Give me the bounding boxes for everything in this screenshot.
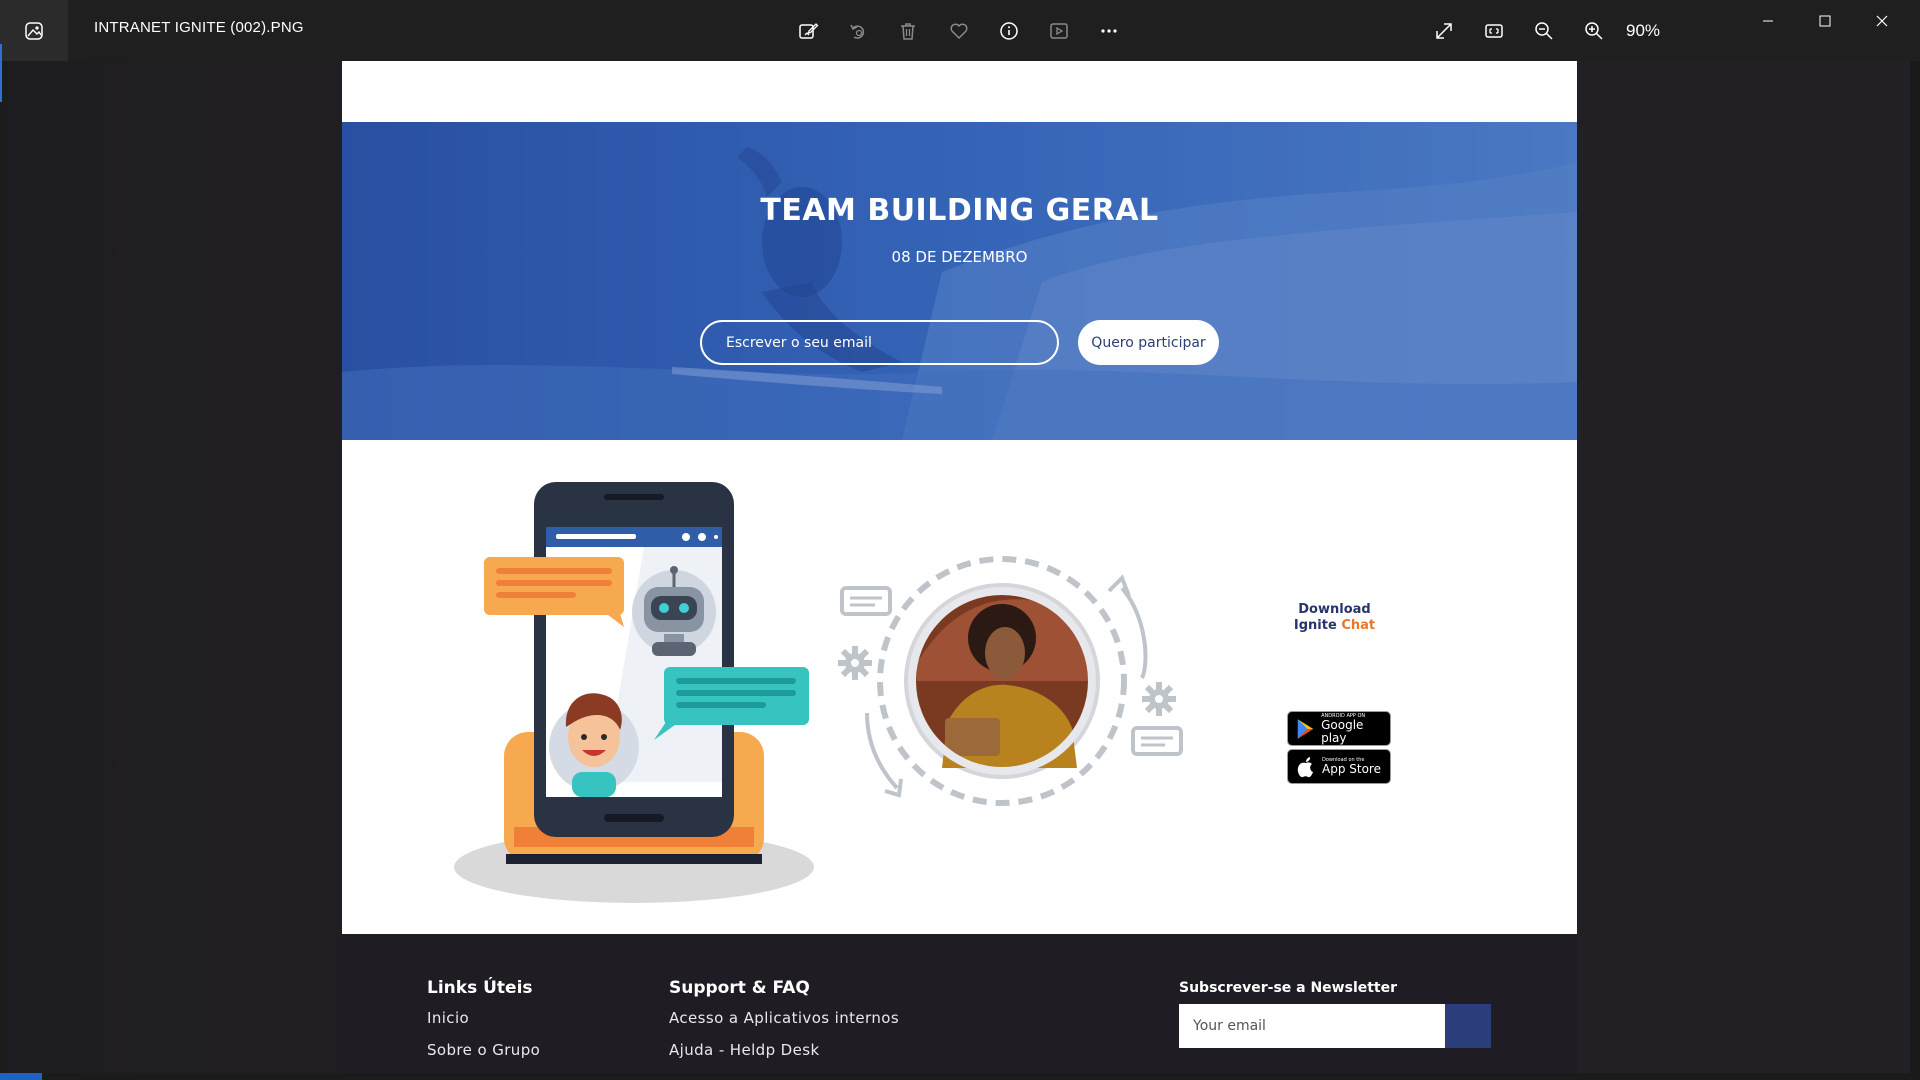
- hero-title: TEAM BUILDING GERAL: [760, 193, 1159, 228]
- newsletter-submit-button[interactable]: [1445, 1004, 1491, 1048]
- app-store-label: App Store: [1322, 762, 1381, 776]
- title-bar: INTRANET IGNITE (002).PNG 90%: [0, 0, 1920, 61]
- support-faq-heading: Support & FAQ: [669, 978, 810, 998]
- download-ignite-chat-heading: Download Ignite Chat: [1272, 602, 1397, 634]
- favorite-icon[interactable]: [944, 16, 974, 46]
- photos-app-icon[interactable]: [0, 0, 68, 61]
- participate-button[interactable]: Quero participar: [1078, 320, 1219, 365]
- close-icon[interactable]: [1854, 4, 1910, 38]
- footer-link-aplicativos[interactable]: Acesso a Aplicativos internos: [669, 1009, 899, 1027]
- fit-window-icon[interactable]: [1479, 16, 1509, 46]
- taskbar-strip: [0, 1073, 1920, 1080]
- zoom-level[interactable]: 90%: [1626, 21, 1660, 41]
- taskbar-accent: [0, 1073, 42, 1080]
- info-icon[interactable]: [994, 16, 1024, 46]
- footer-link-inicio[interactable]: Inicio: [427, 1009, 469, 1027]
- minimize-icon[interactable]: [1740, 4, 1796, 38]
- rotate-icon[interactable]: [843, 16, 873, 46]
- ignite-chat-section: Download Ignite Chat ANDROID APP ON Goog…: [342, 440, 1577, 934]
- fullscreen-icon[interactable]: [1429, 16, 1459, 46]
- file-title: INTRANET IGNITE (002).PNG: [94, 19, 304, 36]
- google-play-badge[interactable]: ANDROID APP ON Google play: [1287, 711, 1391, 746]
- hero-overlay: [342, 122, 1577, 440]
- left-accent-bar: [0, 44, 2, 102]
- hero-banner: TEAM BUILDING GERAL 08 DE DEZEMBRO Quero…: [342, 122, 1577, 440]
- zoom-in-icon[interactable]: [1579, 16, 1609, 46]
- footer-link-sobre[interactable]: Sobre o Grupo: [427, 1041, 540, 1059]
- google-play-icon: [1297, 718, 1314, 739]
- support-agent-illustration: [838, 556, 1183, 806]
- hero-date: 08 DE DEZEMBRO: [891, 248, 1028, 266]
- hero-email-input[interactable]: [700, 320, 1059, 365]
- maximize-icon[interactable]: [1797, 4, 1853, 38]
- app-store-badge[interactable]: Download on the App Store: [1287, 749, 1391, 784]
- page-footer: Links Úteis Inicio Sobre o Grupo Support…: [342, 934, 1577, 1073]
- edit-image-icon[interactable]: [793, 16, 823, 46]
- delete-icon[interactable]: [893, 16, 923, 46]
- newsletter-email-input[interactable]: [1179, 1004, 1445, 1048]
- apple-icon: [1297, 756, 1313, 777]
- download-label: Download: [1298, 602, 1371, 617]
- ignite-label: Ignite: [1293, 618, 1337, 633]
- zoom-out-icon[interactable]: [1529, 16, 1559, 46]
- right-edge: [1910, 61, 1920, 1073]
- newsletter-heading: Subscrever-se a Newsletter: [1179, 980, 1398, 996]
- intranet-page-image: TEAM BUILDING GERAL 08 DE DEZEMBRO Quero…: [342, 61, 1577, 1073]
- footer-link-helpdesk[interactable]: Ajuda - Heldp Desk: [669, 1041, 820, 1059]
- more-icon[interactable]: [1094, 16, 1124, 46]
- google-play-label: Google play: [1321, 717, 1364, 745]
- phone-chatbot-illustration: [454, 482, 814, 903]
- photos-app-window: INTRANET IGNITE (002).PNG 90% TEAM BUILD…: [0, 0, 1920, 1080]
- links-uteis-heading: Links Úteis: [427, 978, 533, 998]
- chat-label: Chat: [1341, 618, 1376, 633]
- slideshow-icon[interactable]: [1044, 16, 1074, 46]
